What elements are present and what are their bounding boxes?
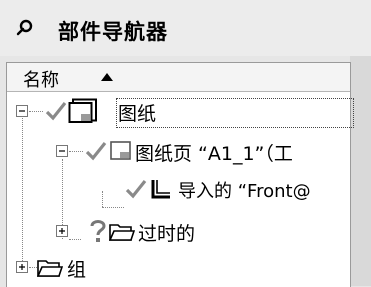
- drawing-icon: [68, 98, 97, 123]
- expand-icon[interactable]: [16, 261, 28, 273]
- tree-label-group: 组: [67, 259, 87, 281]
- column-label-name: 名称: [23, 70, 59, 91]
- expand-icon[interactable]: [56, 225, 68, 237]
- panel-title: 部件导航器: [58, 20, 168, 44]
- tree-row-group[interactable]: 组: [7, 253, 350, 285]
- collapse-icon[interactable]: [16, 105, 28, 117]
- panel-titlebar: 部件导航器: [0, 0, 371, 56]
- check-icon: [85, 142, 107, 161]
- tree-guide-h: [102, 207, 124, 208]
- tree-row-obsolete[interactable]: 过时的: [7, 215, 350, 247]
- panel-edge: [350, 56, 371, 286]
- tree-label-imported-view: 导入的 “Front@: [178, 181, 311, 202]
- check-icon: [125, 180, 147, 199]
- tree-label-drawing: 图纸: [118, 103, 157, 125]
- tree-row-imported-view[interactable]: 导入的 “Front@: [7, 173, 350, 205]
- tree-row-sheet[interactable]: 图纸页 “A1_1”（工: [7, 135, 350, 167]
- tree-panel: 名称 图纸 图纸页 “A1_1”（工 导入的 “Front@ 过时的 组: [6, 62, 354, 287]
- tree-label-sheet: 图纸页 “A1_1”（工: [135, 143, 293, 165]
- sort-ascending-icon: [101, 73, 113, 81]
- folder-icon: [37, 260, 63, 277]
- column-header-name[interactable]: 名称: [7, 63, 350, 92]
- tree-row-drawing[interactable]: 图纸: [7, 95, 350, 127]
- sheet-icon: [110, 141, 131, 160]
- folder-icon: [109, 224, 135, 241]
- question-icon: [90, 220, 106, 242]
- collapse-icon[interactable]: [56, 145, 68, 157]
- check-icon: [45, 102, 67, 121]
- navigator-pin-icon: [16, 19, 33, 36]
- view-icon: [151, 180, 170, 199]
- tree-label-obsolete: 过时的: [138, 223, 196, 245]
